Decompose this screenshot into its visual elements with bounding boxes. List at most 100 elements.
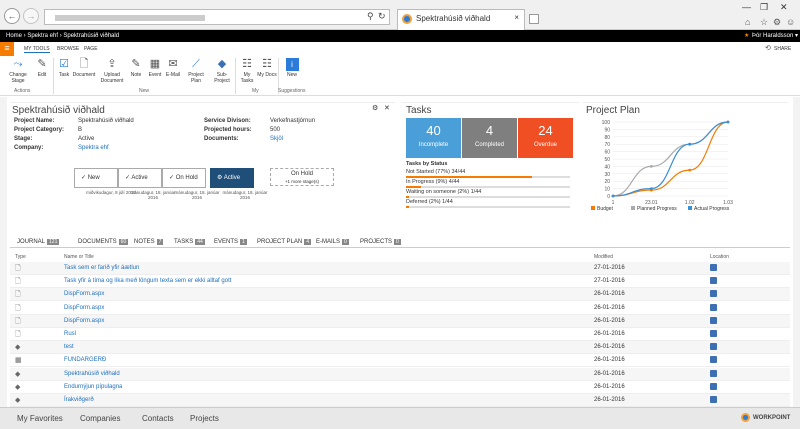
nav-projects[interactable]: Projects [190, 414, 219, 423]
maximize-icon[interactable]: ❐ [760, 2, 768, 13]
status-not-started[interactable]: Not Started (77%) 34/44 [406, 169, 465, 175]
note-button[interactable]: ✎ Note [128, 58, 144, 78]
company-link[interactable]: Spektra ehf [78, 145, 109, 151]
breadcrumb[interactable]: Home › Spektra ehf › Spektrahúsið viðhal… [6, 30, 119, 42]
col-type[interactable]: Type [15, 254, 26, 260]
close-tab-icon[interactable]: × [514, 13, 519, 22]
browser-tab[interactable]: Spektrahúsið viðhald × [397, 9, 525, 30]
journal-tab[interactable]: PROJECT PLAN 4 [257, 239, 312, 245]
row-title-link[interactable]: DispForm.aspx [64, 291, 104, 297]
nav-my-favorites[interactable]: My Favorites [17, 414, 63, 423]
journal-tab[interactable]: EVENTS 1 [214, 239, 247, 245]
tile-completed[interactable]: 4 Completed [462, 118, 517, 158]
new-tab-button[interactable] [529, 14, 539, 24]
table-row[interactable]: 🗋 Task yfir á tíma og líka með löngum tex… [10, 275, 790, 289]
journal-tab[interactable]: TASKS 44 [174, 239, 205, 245]
location-icon[interactable] [710, 316, 717, 324]
forward-icon[interactable]: → [23, 8, 39, 24]
my-tasks-button[interactable]: ☷ My Tasks [237, 58, 257, 84]
change-stage-button[interactable]: ⤳ Change Stage [3, 58, 33, 84]
stage-active-current[interactable]: ⚙ Active [210, 168, 254, 188]
location-icon[interactable] [710, 356, 717, 364]
stage-new[interactable]: ✓ New [74, 168, 118, 188]
smiley-icon[interactable]: ☺ [786, 17, 795, 27]
tab-browse[interactable]: BROWSE [57, 46, 79, 52]
row-title-link[interactable]: Spektrahúsið viðhald [64, 371, 120, 377]
hamburger-icon[interactable]: ≡ [0, 42, 14, 56]
location-icon[interactable] [710, 277, 717, 285]
table-row[interactable]: ◆ Írakviðgerð 26-01-2016 [10, 394, 790, 407]
tab-page[interactable]: PAGE [84, 46, 98, 52]
location-icon[interactable] [710, 290, 717, 298]
table-row[interactable]: ◆ Endurnýjun pípulagna 26-01-2016 [10, 380, 790, 394]
search-icon[interactable]: ⚲ [367, 11, 374, 22]
col-modified[interactable]: Modified [594, 254, 613, 260]
gear-icon[interactable]: ⚙ [372, 104, 378, 112]
journal-tab[interactable]: JOURNAL 121 [17, 239, 60, 245]
edit-button[interactable]: ✎ Edit [34, 58, 50, 78]
table-row[interactable]: 🗋 DispForm.aspx 26-01-2016 [10, 288, 790, 302]
stage-active-1[interactable]: ✓ Active [118, 168, 162, 188]
refresh-icon[interactable]: ↻ [378, 11, 386, 22]
project-plan-button[interactable]: ⟋ Project Plan [183, 58, 209, 84]
user-menu[interactable]: Þór Haraldsson ▾ [752, 30, 798, 42]
location-icon[interactable] [710, 382, 717, 390]
document-button[interactable]: 🗋 Document [72, 58, 96, 78]
nav-contacts[interactable]: Contacts [142, 414, 174, 423]
nav-companies[interactable]: Companies [80, 414, 120, 423]
journal-tab[interactable]: E-MAILS 0 [316, 239, 349, 245]
col-title[interactable]: Name or Title [64, 254, 94, 260]
journal-tab[interactable]: PROJECTS 0 [360, 239, 401, 245]
home-icon[interactable]: ⌂ [745, 17, 750, 27]
email-button[interactable]: ✉ E-Mail [164, 58, 182, 78]
row-title-link[interactable]: DispForm.aspx [64, 305, 104, 311]
col-location[interactable]: Location [710, 254, 729, 260]
favorite-star-icon[interactable]: ★ [744, 30, 749, 42]
status-waiting[interactable]: Waiting on someone (2%) 1/44 [406, 189, 481, 195]
table-row[interactable]: 🗋 Task sem er farið yfir áætlun 27-01-2016 [10, 262, 790, 275]
location-icon[interactable] [710, 396, 717, 403]
address-bar[interactable] [44, 9, 390, 25]
journal-tab[interactable]: NOTES 7 [134, 239, 164, 245]
row-title-link[interactable]: Endurnýjun pípulagna [64, 384, 122, 390]
location-icon[interactable] [710, 343, 717, 351]
settings-icon[interactable]: ⚙ [773, 17, 781, 28]
table-row[interactable]: ▦ FUNDARGERÐ 26-01-2016 [10, 354, 790, 368]
table-row[interactable]: 🗋 DispForm.aspx 26-01-2016 [10, 301, 790, 315]
tile-overdue[interactable]: 24 Overdue [518, 118, 573, 158]
journal-tab[interactable]: DOCUMENTS 60 [78, 239, 129, 245]
close-window-icon[interactable]: ✕ [780, 2, 788, 13]
tile-incomplete[interactable]: 40 Incomplete [406, 118, 461, 158]
row-title-link[interactable]: test [64, 344, 74, 350]
event-button[interactable]: ▦ Event [146, 58, 164, 78]
share-button[interactable]: SHARE [774, 46, 791, 52]
tab-my-tools[interactable]: MY TOOLS [24, 46, 50, 53]
stage-on-hold-next[interactable]: On Hold +1 more stage(s) [270, 168, 334, 186]
row-title-link[interactable]: DispForm.aspx [64, 318, 104, 324]
location-icon[interactable] [710, 303, 717, 311]
location-icon[interactable] [710, 330, 717, 337]
table-row[interactable]: 🗋 DispForm.aspx 26-01-2016 [10, 314, 790, 328]
sub-project-button[interactable]: ◆ Sub-Project [209, 58, 235, 84]
back-icon[interactable]: ← [4, 8, 20, 24]
location-icon[interactable] [710, 369, 717, 377]
row-title-link[interactable]: FUNDARGERÐ [64, 357, 106, 363]
row-title-link[interactable]: Task yfir á tíma og líka með löngum text… [64, 278, 231, 284]
stage-on-hold[interactable]: ✓ On Hold [162, 168, 206, 188]
status-deferred[interactable]: Deferred (2%) 1/44 [406, 199, 453, 205]
close-icon[interactable]: ✕ [384, 104, 390, 112]
row-title-link[interactable]: Rusl [64, 331, 76, 337]
table-row[interactable]: 🗋 Rusl 26-01-2016 [10, 328, 790, 341]
table-row[interactable]: ◆ Spektrahúsið viðhald 26-01-2016 [10, 367, 790, 381]
row-title-link[interactable]: Írakviðgerð [64, 397, 94, 403]
new-suggestion-button[interactable]: i New [283, 58, 301, 78]
minimize-icon[interactable]: — [742, 2, 751, 12]
table-row[interactable]: ◆ test 26-01-2016 [10, 341, 790, 355]
my-docs-button[interactable]: ☷ My Docs [257, 58, 277, 78]
documents-link[interactable]: Skjöl [270, 136, 283, 142]
upload-document-button[interactable]: ⇪ Upload Document [99, 58, 125, 84]
row-title-link[interactable]: Task sem er farið yfir áætlun [64, 265, 139, 271]
location-icon[interactable] [710, 264, 717, 271]
star-icon[interactable]: ☆ [760, 17, 768, 28]
status-in-progress[interactable]: In Progress (9%) 4/44 [406, 179, 460, 185]
